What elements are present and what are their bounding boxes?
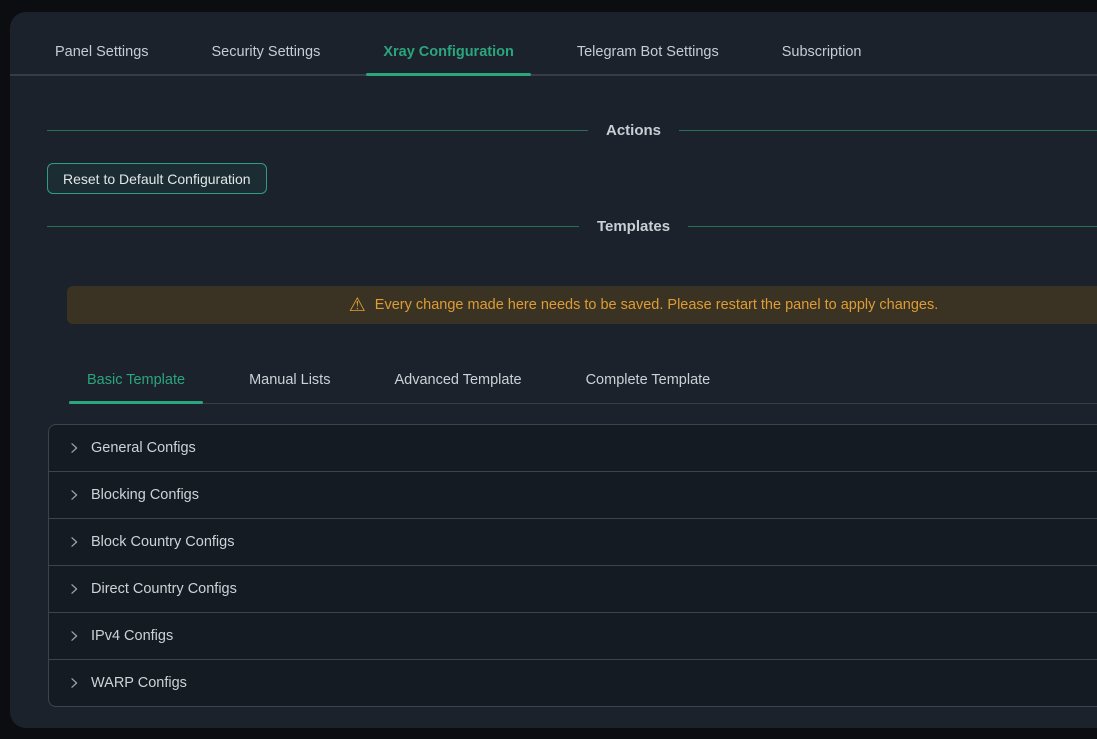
accordion-item-warp-configs[interactable]: WARP Configs (49, 659, 1097, 706)
subtab-basic-template[interactable]: Basic Template (69, 361, 203, 403)
tab-telegram-bot-settings[interactable]: Telegram Bot Settings (560, 30, 736, 74)
accordion-item-label: Direct Country Configs (91, 581, 237, 597)
accordion-item-direct-country-configs[interactable]: Direct Country Configs (49, 565, 1097, 612)
chevron-right-icon (68, 536, 80, 548)
chevron-right-icon (68, 442, 80, 454)
warning-alert: ⚠ Every change made here needs to be sav… (67, 286, 1097, 324)
tab-content: Actions Reset to Default Configuration T… (10, 120, 1097, 707)
main-tab-bar: Panel Settings Security Settings Xray Co… (10, 12, 1097, 76)
chevron-right-icon (68, 630, 80, 642)
accordion-item-label: IPv4 Configs (91, 628, 173, 644)
subtab-complete-template[interactable]: Complete Template (568, 361, 729, 403)
actions-divider: Actions (47, 120, 1097, 140)
divider-line (47, 130, 588, 131)
accordion-item-label: Block Country Configs (91, 534, 234, 550)
subtab-manual-lists[interactable]: Manual Lists (231, 361, 348, 403)
tab-xray-configuration[interactable]: Xray Configuration (366, 30, 531, 74)
tab-security-settings[interactable]: Security Settings (195, 30, 338, 74)
accordion-item-label: WARP Configs (91, 675, 187, 691)
config-accordion: General Configs Blocking Configs Block C… (48, 424, 1097, 707)
tab-subscription[interactable]: Subscription (765, 30, 879, 74)
divider-line (679, 130, 1097, 131)
accordion-item-block-country-configs[interactable]: Block Country Configs (49, 518, 1097, 565)
settings-card: Panel Settings Security Settings Xray Co… (10, 12, 1097, 728)
accordion-item-label: Blocking Configs (91, 487, 199, 503)
accordion-item-label: General Configs (91, 440, 196, 456)
actions-divider-title: Actions (606, 122, 661, 139)
templates-divider-title: Templates (597, 218, 670, 235)
accordion-item-ipv4-configs[interactable]: IPv4 Configs (49, 612, 1097, 659)
chevron-right-icon (68, 489, 80, 501)
chevron-right-icon (68, 583, 80, 595)
subtab-advanced-template[interactable]: Advanced Template (376, 361, 539, 403)
template-tab-bar: Basic Template Manual Lists Advanced Tem… (69, 361, 1097, 404)
reset-to-default-button[interactable]: Reset to Default Configuration (47, 163, 267, 194)
divider-line (47, 226, 579, 227)
warning-icon: ⚠ (349, 296, 366, 315)
tab-panel-settings[interactable]: Panel Settings (38, 30, 166, 74)
accordion-item-blocking-configs[interactable]: Blocking Configs (49, 471, 1097, 518)
templates-divider: Templates (47, 216, 1097, 236)
chevron-right-icon (68, 677, 80, 689)
warning-alert-text: Every change made here needs to be saved… (375, 297, 938, 313)
accordion-item-general-configs[interactable]: General Configs (49, 425, 1097, 471)
divider-line (688, 226, 1097, 227)
